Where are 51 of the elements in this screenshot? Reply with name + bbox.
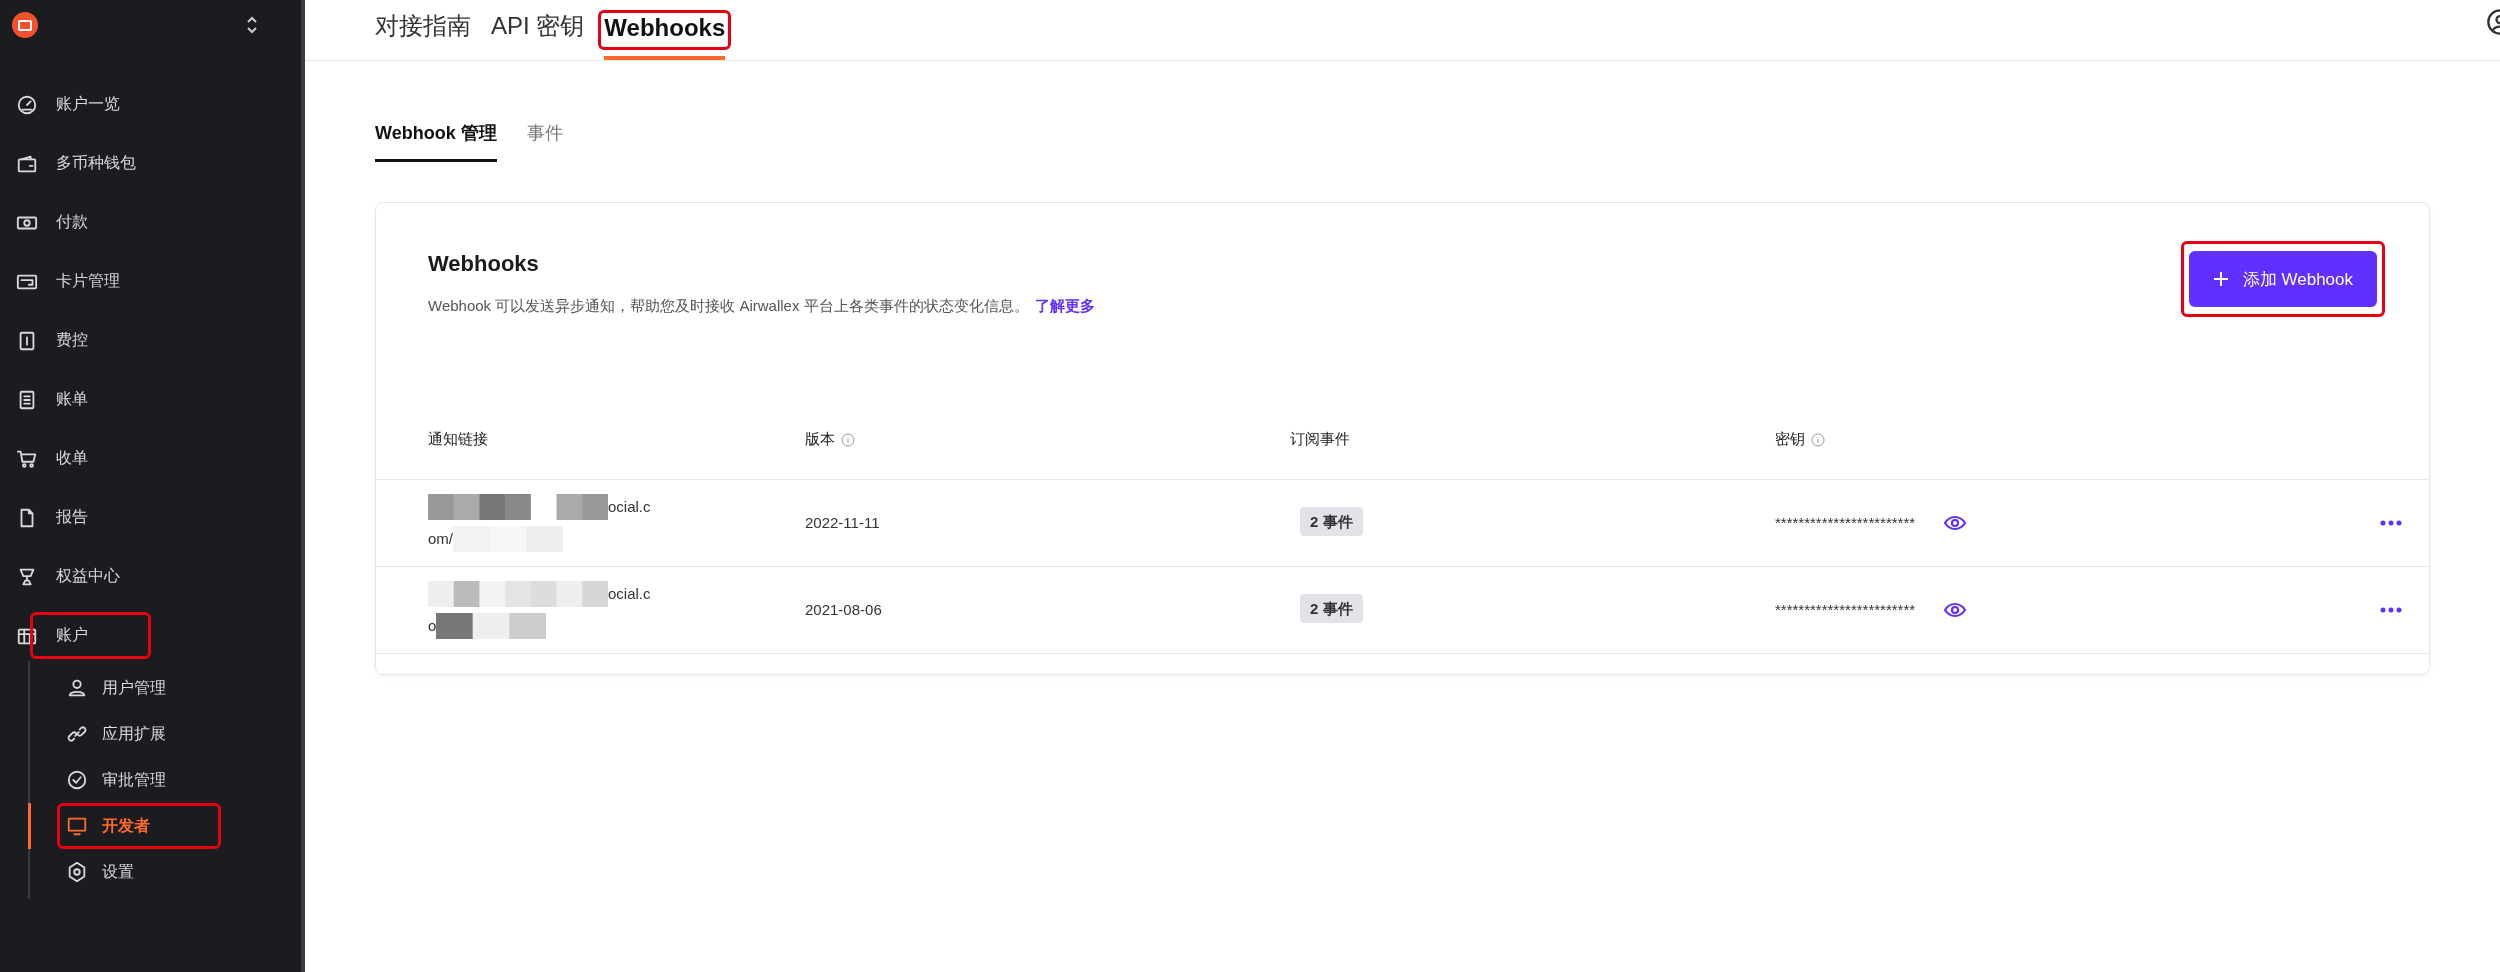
plus-icon <box>2212 271 2229 287</box>
column-header: 密钥 <box>1775 430 1825 450</box>
info-icon <box>1811 432 1825 447</box>
url-text: om/ <box>428 529 453 548</box>
sidebar-subitem[interactable]: 设置 <box>28 849 301 895</box>
sidebar-subitem[interactable]: 用户管理 <box>28 665 301 711</box>
gauge-icon <box>16 93 38 116</box>
top-tab[interactable]: 对接指南 <box>375 10 471 60</box>
sidebar-subitem[interactable]: 开发者 <box>28 803 301 849</box>
url-text: ocial.c <box>608 497 651 516</box>
logo-icon <box>12 12 38 38</box>
gear-icon <box>66 861 88 883</box>
top-tab[interactable]: Webhooks <box>604 14 726 60</box>
sidebar-item[interactable]: 多币种钱包 <box>0 134 301 193</box>
secret-text: ************************ <box>1775 514 1916 531</box>
version-text: 2022-11-11 <box>805 514 880 531</box>
sidebar-item[interactable]: 报告 <box>0 488 301 547</box>
sidebar-item[interactable]: 费控 <box>0 311 301 370</box>
sidebar-item[interactable]: 账单 <box>0 370 301 429</box>
card-title: Webhooks <box>428 251 540 277</box>
more-options-icon[interactable] <box>2380 605 2402 614</box>
sub-tab[interactable]: 事件 <box>526 121 563 162</box>
secret-text: ************************ <box>1775 601 1916 618</box>
event-count-badge: 2 事件 <box>1300 594 1363 623</box>
card-description: Webhook 可以发送异步通知，帮助您及时接收 Airwallex 平台上各类事件的状态变化信息。 了解更多 <box>428 297 1095 316</box>
sidebar-item[interactable]: 权益中心 <box>0 547 301 606</box>
sidebar-subitem[interactable]: 应用扩展 <box>28 711 301 757</box>
column-header: 通知链接 <box>428 430 488 450</box>
sidebar-item[interactable]: 卡片管理 <box>0 252 301 311</box>
more-options-icon[interactable] <box>2380 518 2402 527</box>
url-text: ocial.c <box>608 584 651 603</box>
person-icon <box>66 677 88 699</box>
monitor-icon <box>66 815 88 837</box>
switch-chevron-icon[interactable] <box>245 15 259 35</box>
sidebar-item[interactable]: 付款 <box>0 193 301 252</box>
url-text: o <box>428 616 437 635</box>
event-count-badge: 2 事件 <box>1300 507 1363 536</box>
column-header: 版本 <box>805 430 855 450</box>
add-webhook-button[interactable]: 添加 Webhook <box>2188 251 2377 307</box>
check-circle-icon <box>66 769 88 791</box>
sidebar-item[interactable]: 收单 <box>0 429 301 488</box>
sub-tab[interactable]: Webhook 管理 <box>375 121 497 162</box>
sidebar-item[interactable]: 账户 <box>0 606 301 665</box>
learn-more-link[interactable]: 了解更多 <box>1034 297 1095 314</box>
column-header: 订阅事件 <box>1290 430 1350 450</box>
top-tab[interactable]: API 密钥 <box>491 10 585 60</box>
link-icon <box>66 723 88 745</box>
sidebar-item[interactable]: 账户一览 <box>0 75 301 134</box>
version-text: 2021-08-06 <box>805 601 882 618</box>
sidebar-subitem[interactable]: 审批管理 <box>28 757 301 803</box>
info-icon <box>841 432 855 447</box>
